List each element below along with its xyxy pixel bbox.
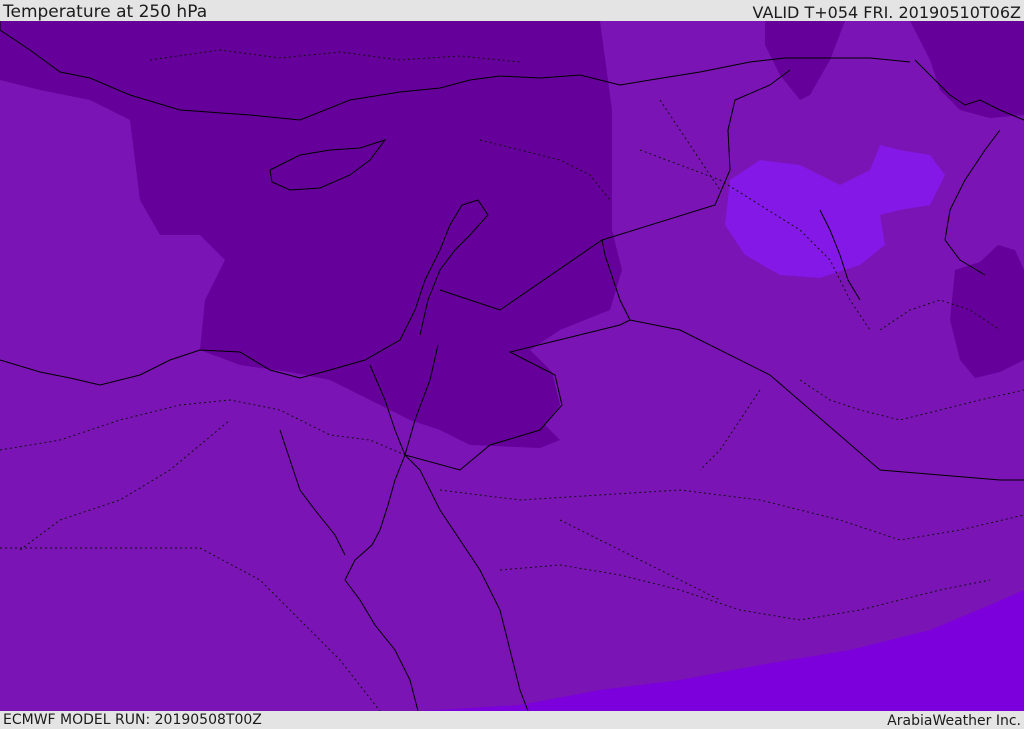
map-title: Temperature at 250 hPa xyxy=(3,2,208,22)
valid-time-label: VALID T+054 FRI. 20190510T06Z xyxy=(752,3,1021,22)
model-run-label: ECMWF MODEL RUN: 20190508T00Z xyxy=(3,712,262,728)
map-footer: ECMWF MODEL RUN: 20190508T00Z ArabiaWeat… xyxy=(0,711,1024,729)
map-header: Temperature at 250 hPa VALID T+054 FRI. … xyxy=(0,0,1024,22)
temperature-map xyxy=(0,21,1024,711)
credit-label: ArabiaWeather Inc. xyxy=(887,713,1021,729)
